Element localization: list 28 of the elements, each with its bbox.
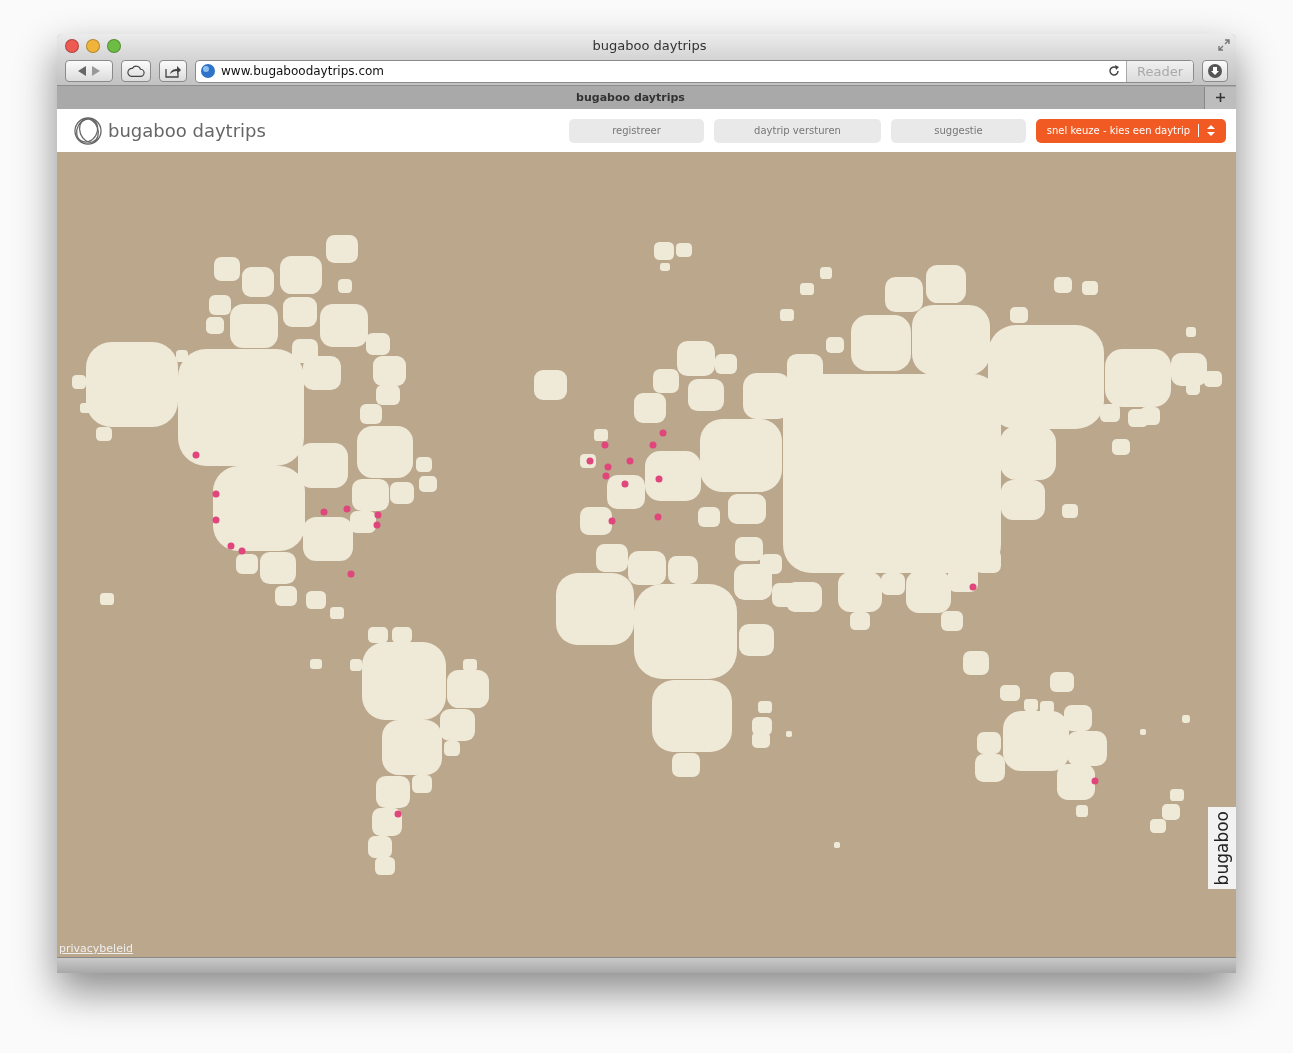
- daytrip-dropdown[interactable]: snel keuze - kies een daytrip: [1036, 118, 1226, 143]
- address-field[interactable]: www.bugaboodaytrips.com Reader: [195, 59, 1194, 83]
- download-icon: [1208, 64, 1222, 79]
- close-button[interactable]: [65, 38, 79, 53]
- cloud-icon: [127, 64, 145, 78]
- nav-button[interactable]: daytrip versturen: [714, 118, 881, 143]
- reload-icon[interactable]: [1108, 65, 1120, 78]
- window-title: bugaboo daytrips: [592, 38, 707, 54]
- url-text: www.bugaboodaytrips.com: [221, 64, 385, 79]
- privacy-link[interactable]: privacybeleid: [59, 942, 133, 956]
- share-icon: [165, 64, 181, 78]
- share-button[interactable]: [159, 60, 187, 83]
- globe-icon: [201, 64, 215, 79]
- back-icon: [78, 66, 86, 77]
- nav-button[interactable]: suggestie: [891, 118, 1026, 143]
- back-forward-button[interactable]: [65, 60, 113, 83]
- nav-button[interactable]: registreer: [569, 118, 704, 143]
- fullscreen-icon[interactable]: [1218, 39, 1230, 51]
- cloud-button[interactable]: [121, 60, 151, 83]
- up-down-icon: [1207, 125, 1216, 137]
- new-tab-button[interactable]: [1204, 86, 1236, 109]
- plus-icon: [1216, 93, 1225, 103]
- forward-icon: [92, 66, 100, 77]
- zoom-button[interactable]: [107, 38, 121, 53]
- minimize-button[interactable]: [86, 38, 100, 53]
- logo-text: bugaboo daytrips: [108, 120, 266, 142]
- downloads-button[interactable]: [1202, 60, 1228, 83]
- logo-icon: [73, 115, 103, 146]
